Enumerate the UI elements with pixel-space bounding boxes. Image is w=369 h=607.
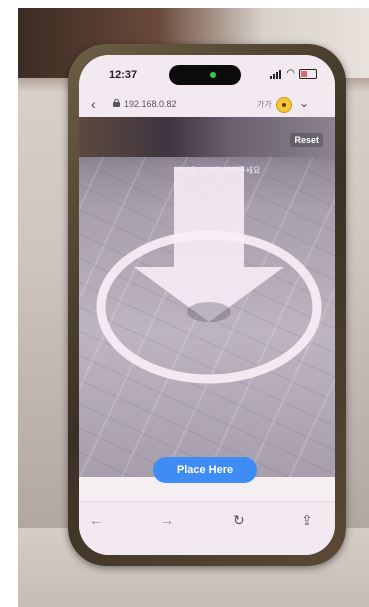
- placement-indicator: [96, 167, 322, 384]
- battery-icon: [299, 69, 317, 79]
- chevron-down-icon[interactable]: ⌄: [299, 96, 309, 110]
- phone-device: 12:37 ◠ ‹ 192.168.0.82 가가 ⌄ Reset Place …: [68, 44, 346, 566]
- reload-icon[interactable]: ↻: [233, 512, 245, 529]
- back-arrow-icon[interactable]: ←: [89, 512, 103, 528]
- lock-icon: [113, 99, 120, 107]
- floor-shadow: [187, 302, 231, 322]
- forward-arrow-icon[interactable]: →: [160, 512, 174, 528]
- share-icon[interactable]: ⇪: [301, 512, 313, 529]
- status-bar: 12:37 ◠: [79, 55, 335, 93]
- dynamic-island: [169, 65, 241, 85]
- status-time: 12:37: [109, 69, 138, 81]
- camera-photo: 12:37 ◠ ‹ 192.168.0.82 가가 ⌄ Reset Place …: [18, 8, 369, 607]
- chevron-left-icon[interactable]: ‹: [91, 96, 96, 112]
- browser-toolbar: ← → ↻ ⇪: [79, 501, 335, 555]
- signal-icon: [270, 69, 282, 79]
- reader-mode-button[interactable]: 가가: [257, 99, 272, 110]
- wifi-icon: ◠: [286, 68, 295, 79]
- status-icons: ◠: [270, 69, 317, 79]
- phone-screen: 12:37 ◠ ‹ 192.168.0.82 가가 ⌄ Reset Place …: [79, 55, 335, 555]
- recording-indicator-icon: [210, 72, 216, 78]
- extension-icon[interactable]: [276, 97, 292, 113]
- place-here-button[interactable]: Place Here: [153, 457, 257, 483]
- url-bar[interactable]: ‹ 192.168.0.82 가가 ⌄: [79, 93, 335, 118]
- url-text[interactable]: 192.168.0.82: [124, 99, 177, 109]
- ar-camera-view[interactable]: Reset 바닥을 천천히 비춰주세요 Place Here ON: [79, 117, 335, 512]
